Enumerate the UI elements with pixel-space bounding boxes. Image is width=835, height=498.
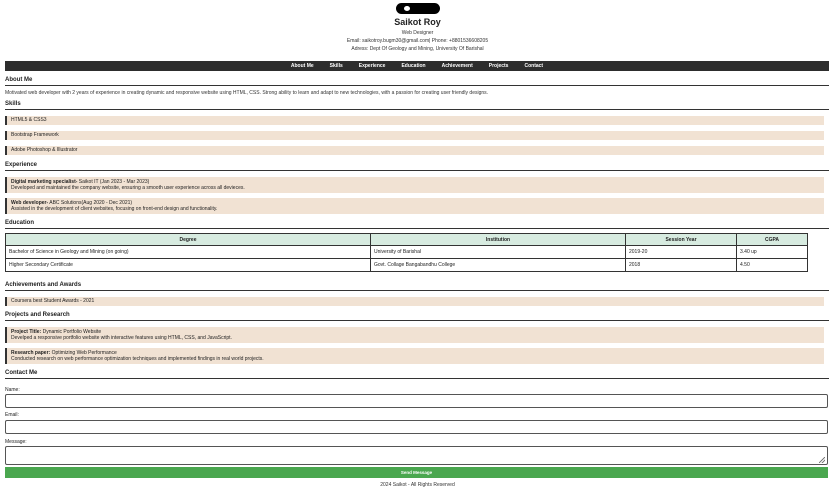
experience-desc: Assisted in the development of client we…	[11, 206, 218, 212]
name-label: Name:	[5, 387, 20, 393]
achievements-title: Achievements and Awards	[5, 282, 829, 291]
resize-grip-icon[interactable]	[819, 457, 825, 463]
send-message-button[interactable]: Send Message	[5, 467, 828, 478]
footer-text: 2024 Saikot - All Rights Reserved	[380, 482, 455, 488]
column-header-session: Session Year	[625, 233, 737, 246]
experience-desc: Developed and maintained the company web…	[11, 185, 245, 191]
nav-skills[interactable]: Skills	[330, 63, 343, 69]
contact-title: Contact Me	[5, 370, 829, 379]
table-cell: University of Barishal	[370, 245, 626, 259]
projects-title: Projects and Research	[5, 312, 829, 321]
table-cell: 4.50	[736, 258, 808, 272]
table-cell: 3.40 up	[736, 245, 808, 259]
column-header-degree: Degree	[5, 233, 371, 246]
project-item: Research paper: Optimizing Web Performan…	[5, 348, 824, 364]
table-cell: 2018	[625, 258, 737, 272]
skill-item: HTML5 & CSS3	[5, 116, 824, 125]
message-label: Message:	[5, 439, 27, 445]
profile-header: Saikot Roy Web Designer Email: saikotroy…	[0, 0, 835, 52]
table-row: Bachelor of Science in Geology and Minin…	[5, 245, 808, 259]
nav-projects[interactable]: Projects	[489, 63, 509, 69]
column-header-cgpa: CGPA	[736, 233, 808, 246]
column-header-institution: Institution	[370, 233, 626, 246]
experience-item: Web developer- ABC Solutions(Aug 2020 - …	[5, 198, 824, 214]
achievement-item: Coursera best Student Awards - 2021	[5, 297, 824, 306]
about-title: About Me	[5, 77, 829, 86]
message-textarea[interactable]	[5, 446, 828, 465]
education-title: Education	[5, 220, 829, 229]
table-row: Higher Secondary Certificate Govt. Colla…	[5, 258, 808, 272]
avatar	[395, 3, 440, 14]
skills-title: Skills	[5, 101, 829, 110]
project-desc: Develped a responsive portfolio website …	[11, 335, 232, 341]
nav-education[interactable]: Education	[401, 63, 425, 69]
email-input[interactable]	[5, 420, 828, 434]
experience-title: Experience	[5, 162, 829, 171]
profile-name: Saikot Roy	[394, 17, 441, 27]
project-desc: Conducted research on web performance op…	[11, 356, 264, 362]
nav-achievement[interactable]: Achievement	[442, 63, 473, 69]
skill-item: Adobe Photoshop & Illustrator	[5, 146, 824, 155]
name-input[interactable]	[5, 394, 828, 408]
skill-item: Bootstrap Framework	[5, 131, 824, 140]
education-table: Degree Institution Session Year CGPA Bac…	[5, 233, 808, 272]
table-cell: Govt. Collage Bangabandhu College	[370, 258, 626, 272]
about-text: Motivated web developer with 2 years of …	[5, 90, 489, 96]
nav-experience[interactable]: Experience	[359, 63, 386, 69]
table-header-row: Degree Institution Session Year CGPA	[5, 233, 808, 246]
table-cell: Bachelor of Science in Geology and Minin…	[5, 245, 371, 259]
profile-role: Web Designer	[401, 30, 434, 36]
avatar-dot	[403, 6, 410, 11]
project-item: Project Title: Dynamic Portfolio Website…	[5, 327, 824, 343]
nav-bar: About Me Skills Experience Education Ach…	[5, 61, 829, 71]
email-label: Email:	[5, 412, 19, 418]
table-cell: Higher Secondary Certificate	[5, 258, 371, 272]
nav-about[interactable]: About Me	[291, 63, 314, 69]
address-line: Adress: Dept Of Geology and Mining, Univ…	[351, 46, 484, 52]
nav-contact[interactable]: Contact	[524, 63, 543, 69]
experience-item: Digital marketing specialist- Saikot IT …	[5, 177, 824, 193]
table-cell: 2019-20	[625, 245, 737, 259]
contact-line: Email: saikotroy.bugm30@gmail.com| Phone…	[346, 38, 489, 44]
